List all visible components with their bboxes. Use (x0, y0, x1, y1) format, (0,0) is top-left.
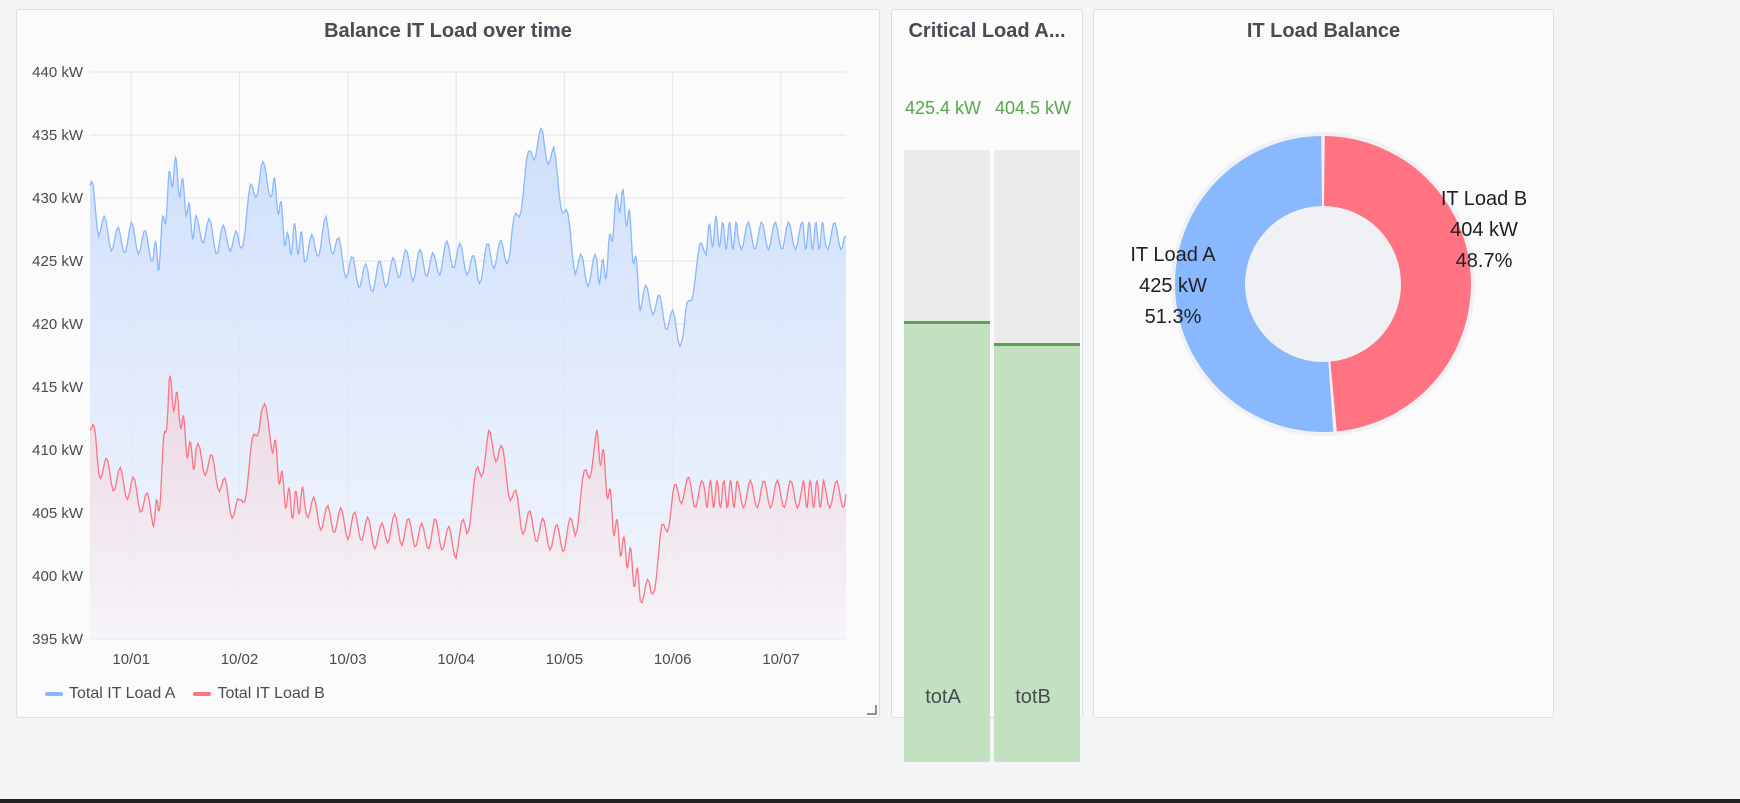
x-tick-label: 10/06 (654, 651, 692, 668)
y-tick-label: 435 kW (32, 127, 84, 144)
bar-value-totb: 404.5 kW (994, 98, 1072, 118)
timeseries-title[interactable]: Balance IT Load over time (17, 20, 879, 43)
bargauge-title[interactable]: Critical Load A... (892, 20, 1082, 43)
legend-swatch-load-a (45, 692, 63, 696)
legend-swatch-load-b (193, 692, 212, 696)
y-tick-label: 405 kW (32, 505, 84, 522)
x-tick-label: 10/05 (546, 651, 584, 668)
y-tick-label: 410 kW (32, 442, 84, 459)
bar-value-tota: 425.4 kW (904, 98, 982, 118)
x-tick-label: 10/07 (762, 651, 800, 668)
timeseries-legend: Total IT Load A Total IT Load B (45, 685, 325, 703)
pie-title[interactable]: IT Load Balance (1094, 20, 1553, 43)
legend-label-load-b: Total IT Load B (217, 685, 325, 702)
timeseries-chart: 440 kW 435 kW 430 kW 425 kW 420 kW 415 kW 410 … (32, 64, 847, 668)
x-tick-label: 10/04 (437, 651, 475, 668)
donut-label-load-b: 48.7% (1456, 250, 1513, 272)
bar-label-tota: totA (925, 686, 961, 708)
bar-track-tota (904, 150, 990, 762)
x-tick-label: 10/01 (112, 651, 150, 668)
y-tick-label: 430 kW (32, 190, 84, 207)
pie-panel: IT Load Balance IT Load A 425 kW 51.3% IT L… (1093, 9, 1554, 718)
donut-chart: IT Load A 425 kW 51.3% IT Load B 404 kW 48.7% (1130, 132, 1527, 436)
donut-label-load-b: 404 kW (1450, 219, 1518, 241)
y-tick-label: 420 kW (32, 316, 84, 333)
x-tick-label: 10/02 (221, 651, 259, 668)
bargauge-panel: Critical Load A... 425.4 kW 404.5 kW tot… (891, 9, 1083, 762)
y-tick-label: 425 kW (32, 253, 84, 270)
legend-item-load-b[interactable]: Total IT Load B (193, 685, 325, 703)
y-tick-label: 395 kW (32, 631, 84, 648)
panel-resize-handle[interactable] (867, 705, 877, 715)
x-tick-label: 10/03 (329, 651, 367, 668)
bar-label-totb: totB (1015, 686, 1051, 708)
legend-item-load-a[interactable]: Total IT Load A (45, 685, 175, 703)
donut-label-load-a: 51.3% (1145, 306, 1202, 328)
bar-track-totb (994, 150, 1080, 762)
donut-label-load-a: 425 kW (1139, 275, 1207, 297)
y-tick-label: 440 kW (32, 64, 84, 81)
y-tick-label: 415 kW (32, 379, 84, 396)
bottom-edge (0, 799, 1740, 803)
timeseries-panel: Balance IT Load over time 440 kW 435 kW 43… (16, 9, 880, 718)
donut-label-load-a: IT Load A (1130, 244, 1216, 266)
y-tick-label: 400 kW (32, 568, 84, 585)
donut-label-load-b: IT Load B (1441, 188, 1527, 210)
scrollbar-area (1726, 0, 1740, 803)
legend-label-load-a: Total IT Load A (69, 685, 176, 702)
